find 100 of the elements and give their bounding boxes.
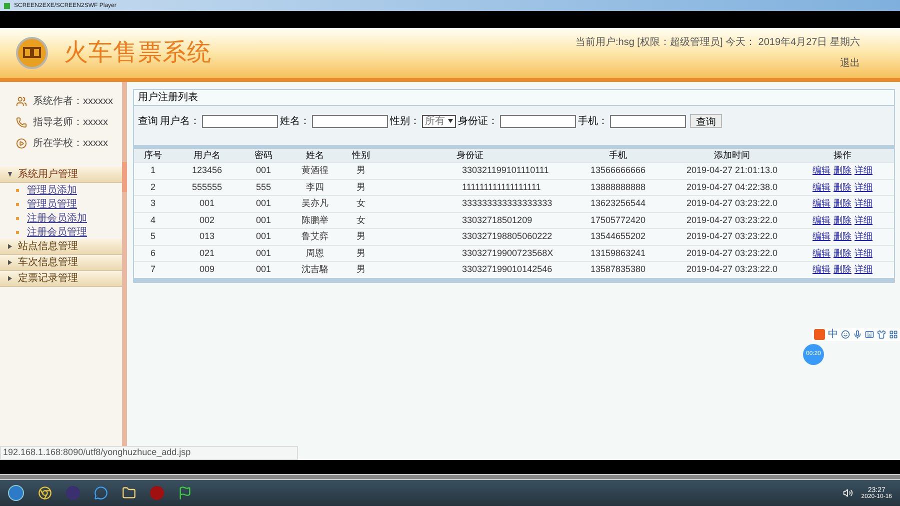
menu-link[interactable]: 注册会员管理	[27, 224, 87, 240]
action-link[interactable]: 编辑	[812, 230, 830, 244]
emoji-icon	[841, 330, 850, 339]
action-link[interactable]: 删除	[834, 214, 852, 227]
table-cell-text: 男	[356, 246, 366, 260]
table-cell-text: 2019-04-27 21:01:13.0	[685, 164, 779, 177]
shirt-icon	[877, 330, 886, 339]
logo-icon	[16, 37, 48, 69]
action-link[interactable]: 详细	[854, 263, 872, 276]
table-cell-text: 33032719900723568X	[461, 246, 554, 260]
action-link[interactable]: 详细	[854, 214, 872, 227]
column-header: 密码	[254, 149, 274, 162]
browser-icon[interactable]	[38, 486, 52, 500]
table-cell-text: 4	[149, 214, 156, 226]
table-cell-text: 1	[149, 164, 156, 177]
action-link[interactable]: 编辑	[812, 214, 830, 227]
panel-title: 用户注册列表	[138, 90, 198, 105]
table-cell-text: 3	[149, 197, 156, 210]
table-cell-text: 333333333333333333	[461, 197, 554, 210]
search-field[interactable]	[202, 114, 278, 128]
table-cell-text: 2019-04-27 04:22:38.0	[685, 180, 779, 194]
table-cell-text: 2019-04-27 03:23:22.0	[685, 246, 779, 260]
menu-link[interactable]: 管理员管理	[27, 196, 77, 212]
user-info: 当前用户:hsg [权限：超级管理员] 今天： 2019年4月27日 星期六	[575, 36, 860, 50]
action-link[interactable]: 编辑	[812, 164, 830, 178]
column-header: 姓名	[305, 149, 325, 162]
table-cell-text: 2019-04-27 03:23:22.0	[685, 214, 779, 226]
table-cell-text: 吴亦凡	[300, 197, 330, 210]
table-cell-text: 6	[149, 246, 156, 260]
table-cell-text: 330327198805060222	[461, 230, 554, 243]
menu-link[interactable]: 管理员添加	[27, 182, 77, 198]
table-cell-text: 2019-04-27 03:23:22.0	[685, 230, 779, 243]
action-link[interactable]: 编辑	[812, 246, 830, 260]
action-link[interactable]: 详细	[854, 164, 872, 178]
column-header: 手机	[608, 149, 628, 162]
keyboard-icon	[865, 330, 874, 339]
action-link[interactable]: 删除	[834, 263, 852, 276]
seek-bar[interactable]	[0, 474, 900, 480]
action-link[interactable]: 删除	[834, 230, 852, 244]
folder-icon[interactable]	[122, 486, 136, 500]
table-cell-text: 021	[198, 246, 216, 260]
menu-header[interactable]: 定票记录管理	[0, 271, 122, 287]
logout-link[interactable]: 退出	[840, 56, 860, 71]
table-cell-text: 009	[198, 263, 216, 276]
volume-icon[interactable]	[843, 488, 854, 498]
status-url: 192.168.1.168:8090/utf8/yonghuzhuce_add.jsp	[0, 446, 298, 460]
field-label: 性别：	[390, 114, 420, 128]
table-cell-text: 2	[149, 180, 156, 194]
action-link[interactable]: 详细	[854, 230, 872, 244]
table-cell-text: 李四	[305, 180, 325, 194]
table-cell-text: 鲁艾弈	[300, 230, 330, 243]
table-cell-text: 111111111111111111	[461, 180, 542, 194]
table-cell-text: 男	[356, 180, 366, 194]
search-field[interactable]	[500, 114, 576, 128]
menu-header[interactable]: 系统用户管理	[0, 167, 122, 183]
table-cell-text: 001	[254, 230, 272, 243]
table-cell-text: 555	[254, 180, 272, 194]
table-cell-text: 陈鹏举	[300, 214, 330, 226]
menu-header[interactable]: 站点信息管理	[0, 239, 122, 255]
field-label: 手机：	[578, 114, 608, 128]
table-cell-text: 013	[198, 230, 216, 243]
start-icon[interactable]	[8, 485, 24, 501]
search-field[interactable]	[610, 114, 686, 128]
table-cell-text: 女	[356, 197, 366, 210]
search-field[interactable]	[312, 114, 388, 128]
column-header: 身份证	[456, 149, 484, 162]
table-cell-text: 123456	[190, 164, 224, 177]
action-link[interactable]: 删除	[834, 197, 852, 210]
menu-header[interactable]: 车次信息管理	[0, 255, 122, 271]
mic-icon	[853, 330, 862, 339]
menu-link[interactable]: 注册会员添加	[27, 210, 87, 226]
bullet-icon	[16, 230, 19, 234]
table-cell-text: 13544655202	[589, 230, 647, 243]
collapse-handle[interactable]	[122, 162, 127, 192]
table-cell-text: 5	[149, 230, 156, 243]
action-link[interactable]: 详细	[854, 180, 872, 194]
field-label: 身份证：	[458, 114, 498, 128]
caret-icon	[8, 260, 12, 265]
action-link[interactable]: 编辑	[812, 263, 830, 276]
action-link[interactable]: 编辑	[812, 197, 830, 210]
table-cell-text: 001	[254, 197, 272, 210]
caret-icon	[8, 172, 12, 177]
search-button[interactable]: 查询	[690, 114, 722, 128]
action-link[interactable]: 删除	[834, 246, 852, 260]
gender-select[interactable]: 所有	[422, 114, 456, 128]
action-link[interactable]: 删除	[834, 164, 852, 178]
action-link[interactable]: 详细	[854, 246, 872, 260]
caret-icon	[448, 119, 453, 123]
chat-icon[interactable]	[94, 486, 108, 500]
info-icon	[16, 138, 27, 149]
table-cell-text: 330321199101110111	[461, 164, 550, 177]
column-header: 用户名	[192, 149, 222, 162]
info-icon	[16, 117, 27, 128]
table-cell-text: 2019-04-27 03:23:22.0	[685, 263, 779, 276]
action-link[interactable]: 编辑	[812, 180, 830, 194]
table-cell-text: 001	[254, 214, 272, 226]
table-cell-text: 17505772420	[589, 214, 647, 226]
action-link[interactable]: 删除	[834, 180, 852, 194]
bullet-icon	[16, 216, 19, 220]
action-link[interactable]: 详细	[854, 197, 872, 210]
